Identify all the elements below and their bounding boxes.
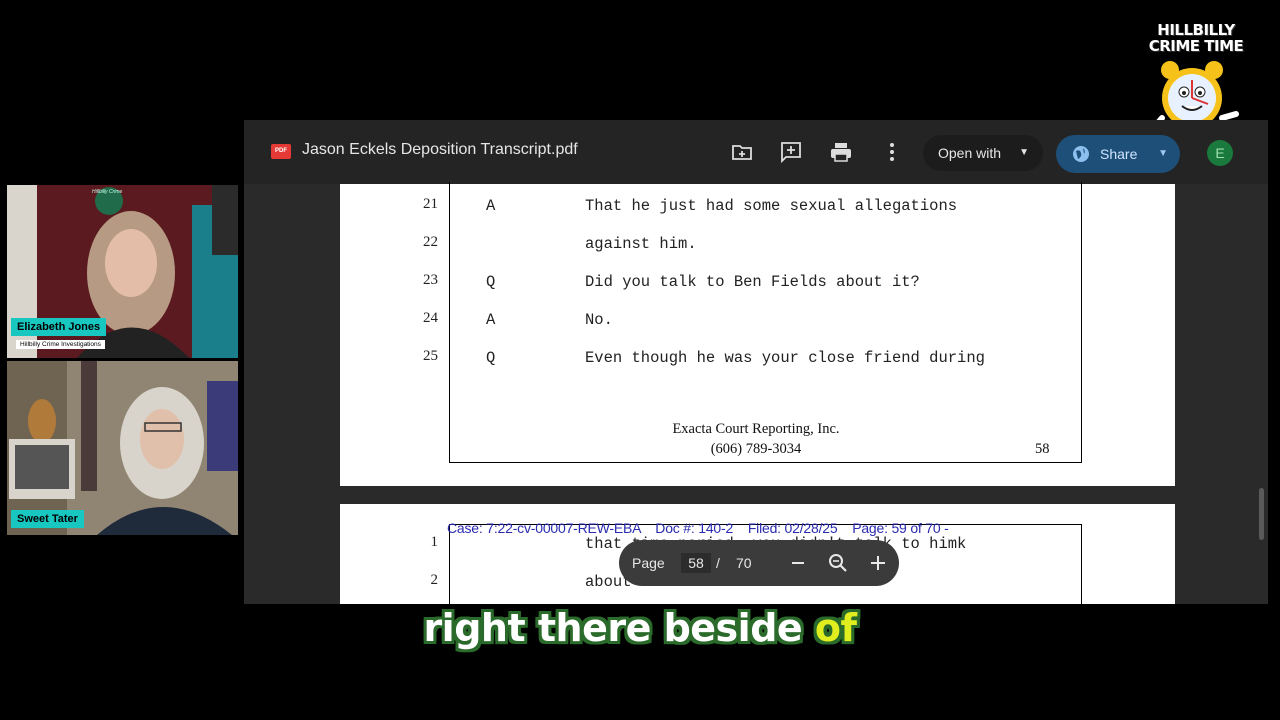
page-navigation-control: Page 58 / 70 <box>619 540 899 586</box>
page-number-input[interactable]: 58 <box>681 553 711 573</box>
speaker-tag: Q <box>486 273 496 291</box>
caption-text: right there beside <box>423 606 815 650</box>
line-number: 21 <box>423 196 438 212</box>
share-button[interactable]: Share ▼ <box>1056 135 1180 173</box>
line-number: 1 <box>430 534 439 550</box>
share-label: Share <box>1100 146 1138 162</box>
page-number: 58 <box>1035 441 1050 457</box>
open-with-button[interactable]: Open with ▼ <box>923 135 1043 171</box>
scrollbar-thumb[interactable] <box>1259 488 1264 540</box>
page-separator: / <box>716 555 720 571</box>
participant-video-2 <box>7 361 238 535</box>
pdf-file-icon: PDF <box>271 144 291 159</box>
zoom-in-icon[interactable] <box>869 554 887 572</box>
account-avatar[interactable]: E <box>1207 140 1233 166</box>
zoom-icon[interactable] <box>828 553 848 573</box>
reporter-company: Exacta Court Reporting, Inc. <box>672 421 840 437</box>
wall-sign: Hillbilly Crime <box>92 189 123 195</box>
video-tile-participant-1: Elizabeth Jones Hillbilly Crime Investig… <box>7 185 238 358</box>
transcript-line: That he just had some sexual allegations <box>585 197 958 215</box>
line-number: 24 <box>423 310 438 326</box>
zoom-out-icon[interactable] <box>790 556 806 570</box>
print-icon[interactable] <box>829 140 853 164</box>
video-caption: right there beside of <box>0 606 1280 650</box>
caption-highlight-word: of <box>814 606 857 650</box>
open-with-label: Open with <box>938 145 1002 161</box>
participant-name-tag: Sweet Tater <box>11 510 84 528</box>
transcript-line: Even though he was your close friend dur… <box>585 349 985 367</box>
document-title: Jason Eckels Deposition Transcript.pdf <box>302 141 578 158</box>
page-label: Page <box>632 555 665 571</box>
transcript-line: against him. <box>585 235 697 253</box>
folder-add-icon[interactable] <box>730 140 754 164</box>
brand-title: HILLBILLY CRIME TIME <box>1148 21 1244 55</box>
reporter-phone: (606) 789-3034 <box>710 441 802 457</box>
chevron-down-icon: ▼ <box>1019 147 1029 158</box>
speaker-tag: A <box>486 311 496 329</box>
viewer-toolbar: PDF Jason Eckels Deposition Transcript.p… <box>244 120 1268 184</box>
page-total: 70 <box>736 555 752 571</box>
more-vert-icon[interactable] <box>880 140 904 164</box>
transcript-line: No. <box>585 311 613 329</box>
video-tile-participant-2: Sweet Tater <box>7 361 238 535</box>
line-number: 23 <box>423 272 438 288</box>
participant-subtitle: Hillbilly Crime Investigations <box>16 340 105 349</box>
pdf-page-58: 21 A That he just had some sexual allega… <box>340 182 1175 486</box>
court-filing-stamp: Case: 7:22-cv-00007-REW-EBA Doc #: 140-2… <box>447 520 949 536</box>
line-number: 25 <box>423 348 438 364</box>
speaker-tag: Q <box>486 349 496 367</box>
line-number: 22 <box>423 234 438 250</box>
pdf-viewer: PDF Jason Eckels Deposition Transcript.p… <box>244 120 1268 604</box>
line-number: 2 <box>430 572 439 588</box>
transcript-line: Did you talk to Ben Fields about it? <box>585 273 920 291</box>
chevron-down-icon[interactable]: ▼ <box>1158 135 1168 173</box>
globe-icon <box>1073 146 1089 162</box>
speaker-tag: A <box>486 197 496 215</box>
add-comment-icon[interactable] <box>779 140 803 164</box>
participant-name-tag: Elizabeth Jones <box>11 318 107 336</box>
